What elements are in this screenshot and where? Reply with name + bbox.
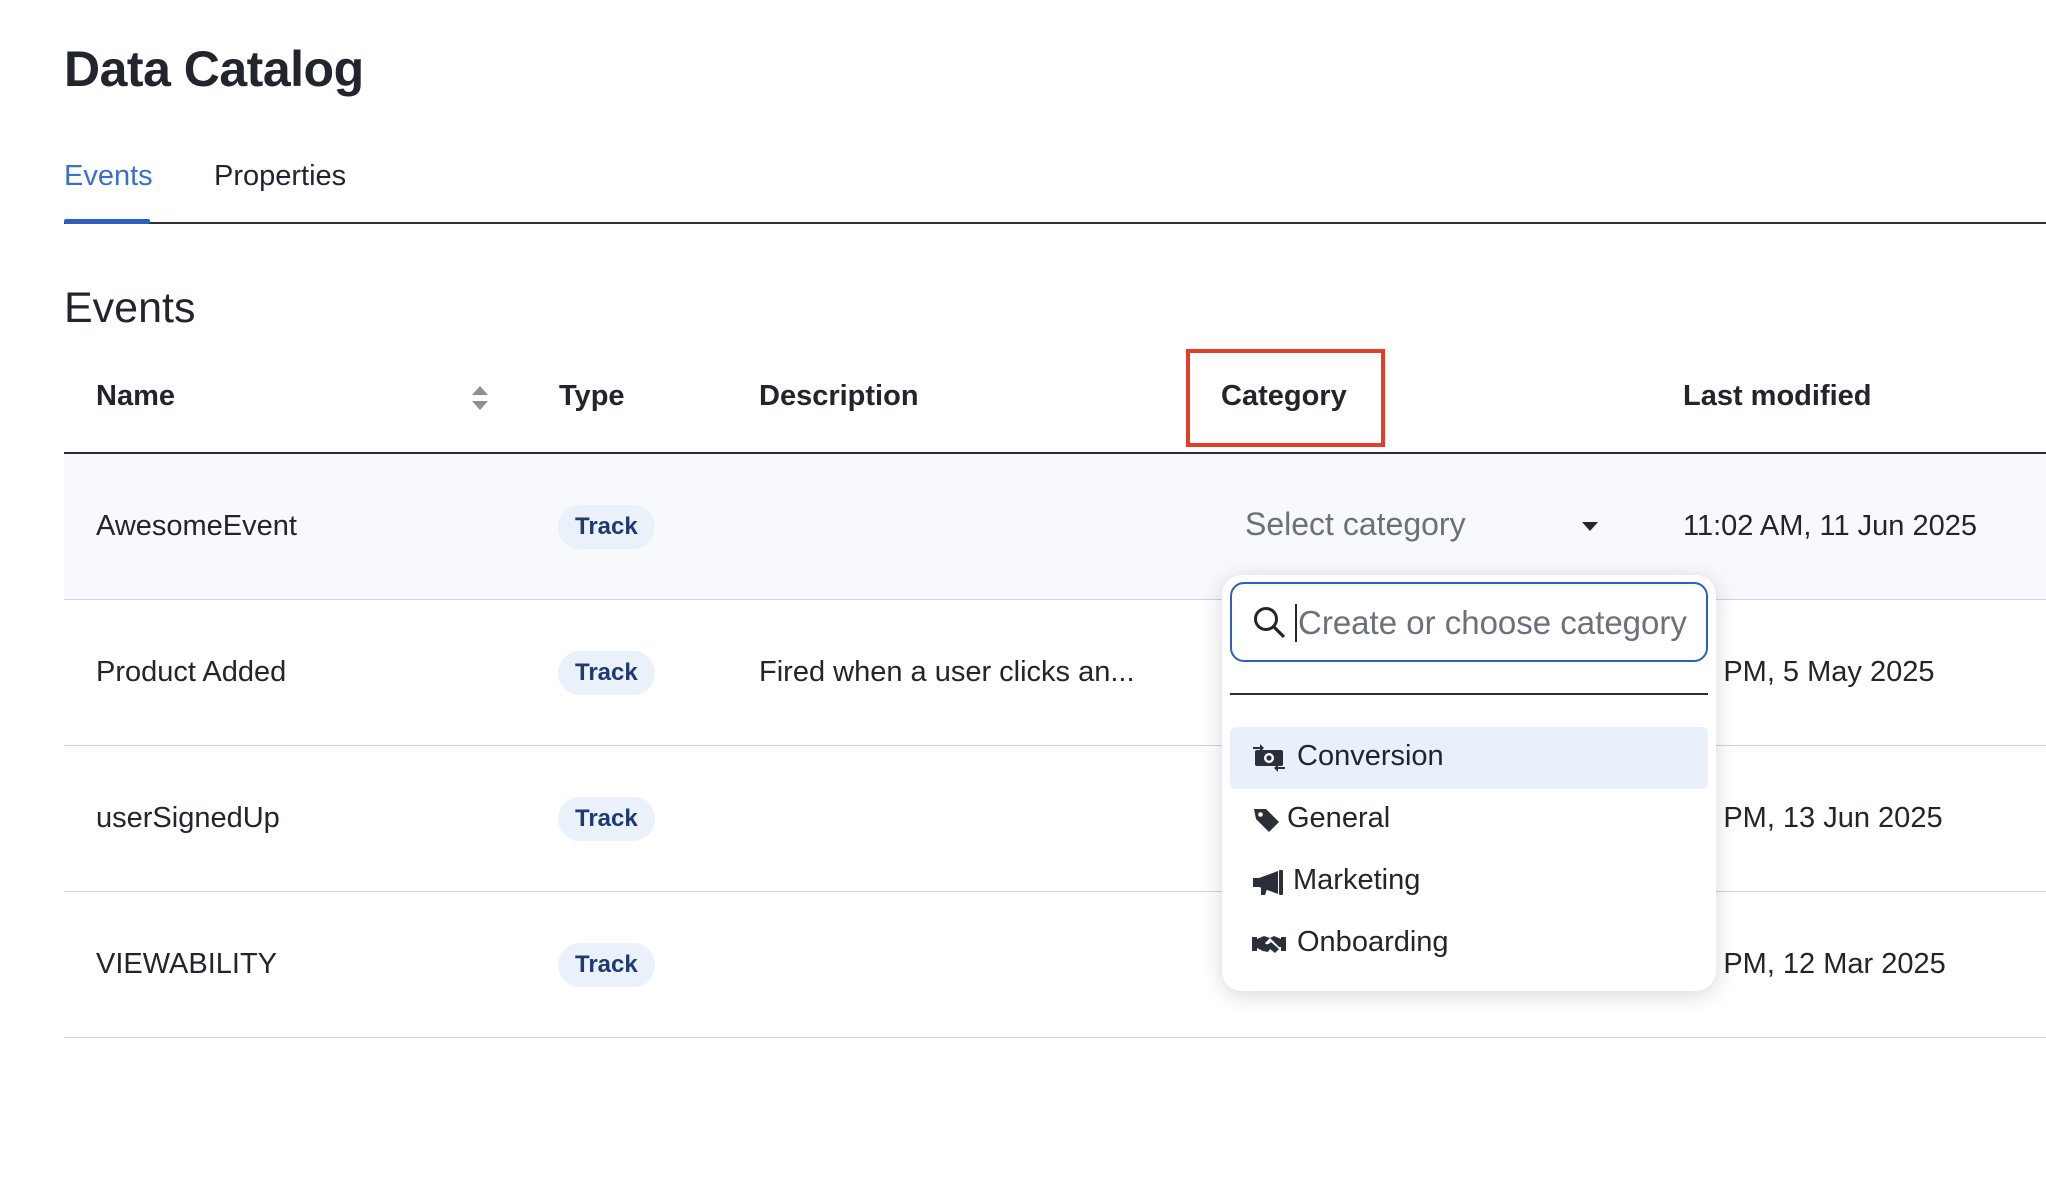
type-badge: Track xyxy=(558,651,655,695)
handshake-icon xyxy=(1252,936,1286,953)
event-name[interactable]: VIEWABILITY xyxy=(96,948,277,981)
sort-icon[interactable] xyxy=(470,384,490,412)
caret-down-icon[interactable] xyxy=(1582,522,1598,531)
table-row[interactable]: Product Added Track Fired when a user cl… xyxy=(64,600,2046,746)
option-onboarding[interactable]: Onboarding xyxy=(1230,913,1708,975)
event-name[interactable]: AwesomeEvent xyxy=(96,510,297,543)
megaphone-icon xyxy=(1253,870,1283,895)
last-modified: 42 PM, 13 Jun 2025 xyxy=(1683,802,1943,834)
page-title: Data Catalog xyxy=(64,41,364,97)
type-badge: Track xyxy=(558,797,655,841)
option-label: Marketing xyxy=(1293,864,1421,896)
last-modified: 11:02 AM, 11 Jun 2025 xyxy=(1683,510,1977,542)
option-label: General xyxy=(1287,802,1391,834)
category-select-placeholder: Select category xyxy=(1245,506,1466,542)
column-header-type: Type xyxy=(559,380,625,412)
option-marketing[interactable]: Marketing xyxy=(1230,851,1708,913)
category-search-input[interactable] xyxy=(1298,598,1688,648)
option-label: Onboarding xyxy=(1297,926,1449,958)
category-header-highlight xyxy=(1186,349,1385,447)
tab-events[interactable]: Events xyxy=(64,160,153,193)
category-search-box[interactable] xyxy=(1230,582,1708,662)
section-title: Events xyxy=(64,284,196,332)
event-name[interactable]: userSignedUp xyxy=(96,802,280,835)
event-description: Fired when a user clicks an... xyxy=(759,656,1135,688)
tab-bar: Events Properties xyxy=(64,150,2046,224)
column-header-last-modified: Last modified xyxy=(1683,380,1872,412)
option-conversion[interactable]: Conversion xyxy=(1230,727,1708,789)
option-general[interactable]: General xyxy=(1230,789,1708,851)
last-modified: 56 PM, 5 May 2025 xyxy=(1683,656,1935,688)
tag-icon xyxy=(1254,809,1279,832)
tab-properties[interactable]: Properties xyxy=(214,160,346,193)
last-modified: 42 PM, 12 Mar 2025 xyxy=(1683,948,1946,980)
type-badge: Track xyxy=(558,943,655,987)
money-exchange-icon xyxy=(1253,744,1285,772)
category-select[interactable]: Select category xyxy=(1245,504,1605,550)
option-label: Conversion xyxy=(1297,740,1444,772)
active-tab-indicator xyxy=(64,219,150,224)
type-badge: Track xyxy=(558,505,655,549)
table-row[interactable]: VIEWABILITY Track 42 PM, 12 Mar 2025 xyxy=(64,892,2046,1038)
search-icon xyxy=(1254,607,1285,638)
table-row[interactable]: AwesomeEvent Track 11:02 AM, 11 Jun 2025 xyxy=(64,454,2046,600)
event-name[interactable]: Product Added xyxy=(96,656,286,689)
category-dropdown: Conversion General Marketing Onboarding xyxy=(1222,575,1716,991)
column-header-name[interactable]: Name xyxy=(96,380,175,413)
dropdown-divider xyxy=(1230,693,1708,695)
table-header: Name Type Description Category Last modi… xyxy=(64,350,2046,454)
column-header-description: Description xyxy=(759,380,919,412)
text-cursor xyxy=(1295,604,1297,642)
table-row[interactable]: userSignedUp Track 42 PM, 13 Jun 2025 xyxy=(64,746,2046,892)
